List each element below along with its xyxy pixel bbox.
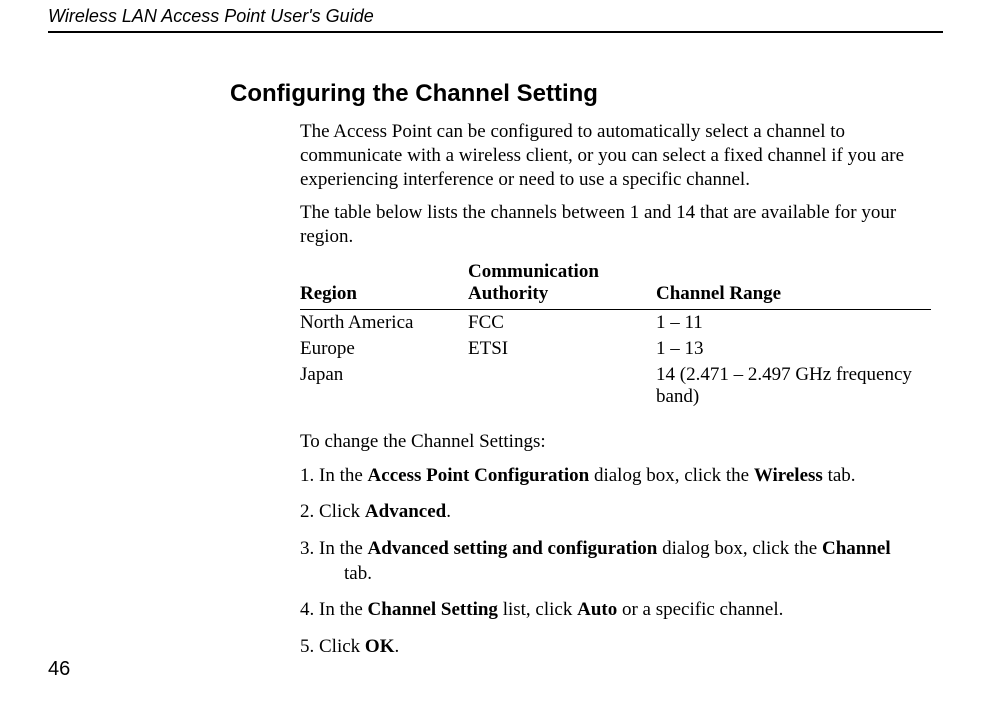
- channel-table: Region Communication Authority Channel R…: [300, 259, 931, 410]
- step-text: .: [446, 501, 451, 522]
- step-text: .: [394, 636, 399, 657]
- step-bold: OK: [365, 636, 395, 657]
- cell-authority: FCC: [468, 309, 656, 336]
- running-header-text: Wireless LAN Access Point User's Guide: [48, 6, 374, 26]
- table-header-row: Region Communication Authority Channel R…: [300, 259, 931, 310]
- th-authority: Communication Authority: [468, 259, 656, 310]
- step-bold: Advanced: [365, 501, 446, 522]
- cell-region: Europe: [300, 336, 468, 362]
- steps-intro: To change the Channel Settings:: [300, 430, 931, 454]
- step-bold: Wireless: [754, 465, 823, 486]
- th-range: Channel Range: [656, 259, 931, 310]
- main-content: Configuring the Channel Setting The Acce…: [230, 80, 931, 672]
- table-row: Japan 14 (2.471 – 2.497 GHz frequency ba…: [300, 362, 931, 410]
- step-text: 5. Click: [300, 636, 365, 657]
- cell-range: 14 (2.471 – 2.497 GHz frequency band): [656, 362, 931, 410]
- step-item: 1. In the Access Point Configuration dia…: [300, 464, 931, 489]
- step-text: tab.: [823, 465, 856, 486]
- step-bold: Auto: [577, 599, 617, 620]
- cell-region: North America: [300, 309, 468, 336]
- cell-region: Japan: [300, 362, 468, 410]
- step-text: 3. In the: [300, 538, 368, 559]
- body-block: The Access Point can be configured to au…: [300, 120, 931, 660]
- th-region: Region: [300, 259, 468, 310]
- step-text: 4. In the: [300, 599, 368, 620]
- step-bold: Advanced setting and configuration: [368, 538, 658, 559]
- intro-paragraph-2: The table below lists the channels betwe…: [300, 201, 931, 249]
- step-item: 5. Click OK.: [300, 635, 931, 660]
- step-text: or a specific channel.: [617, 599, 783, 620]
- steps-list: 1. In the Access Point Configuration dia…: [300, 464, 931, 660]
- step-text: dialog box, click the: [657, 538, 822, 559]
- intro-paragraph-1: The Access Point can be configured to au…: [300, 120, 931, 191]
- step-bold: Channel: [822, 538, 891, 559]
- cell-authority: [468, 362, 656, 410]
- step-item: 2. Click Advanced.: [300, 500, 931, 525]
- running-header: Wireless LAN Access Point User's Guide: [48, 6, 943, 33]
- page-number: 46: [48, 658, 70, 681]
- step-item: 3. In the Advanced setting and configura…: [300, 537, 931, 586]
- step-text: 2. Click: [300, 501, 365, 522]
- step-continuation: tab.: [322, 562, 931, 587]
- th-authority-line2: Authority: [468, 283, 548, 304]
- step-text: dialog box, click the: [589, 465, 754, 486]
- step-text: list, click: [498, 599, 577, 620]
- cell-range: 1 – 13: [656, 336, 931, 362]
- step-bold: Access Point Configuration: [368, 465, 590, 486]
- section-heading: Configuring the Channel Setting: [230, 80, 931, 108]
- step-item: 4. In the Channel Setting list, click Au…: [300, 598, 931, 623]
- th-authority-line1: Communication: [468, 261, 599, 282]
- cell-authority: ETSI: [468, 336, 656, 362]
- document-page: Wireless LAN Access Point User's Guide C…: [0, 0, 991, 701]
- cell-range: 1 – 11: [656, 309, 931, 336]
- table-row: North America FCC 1 – 11: [300, 309, 931, 336]
- step-bold: Channel Setting: [368, 599, 498, 620]
- table-row: Europe ETSI 1 – 13: [300, 336, 931, 362]
- step-text: 1. In the: [300, 465, 368, 486]
